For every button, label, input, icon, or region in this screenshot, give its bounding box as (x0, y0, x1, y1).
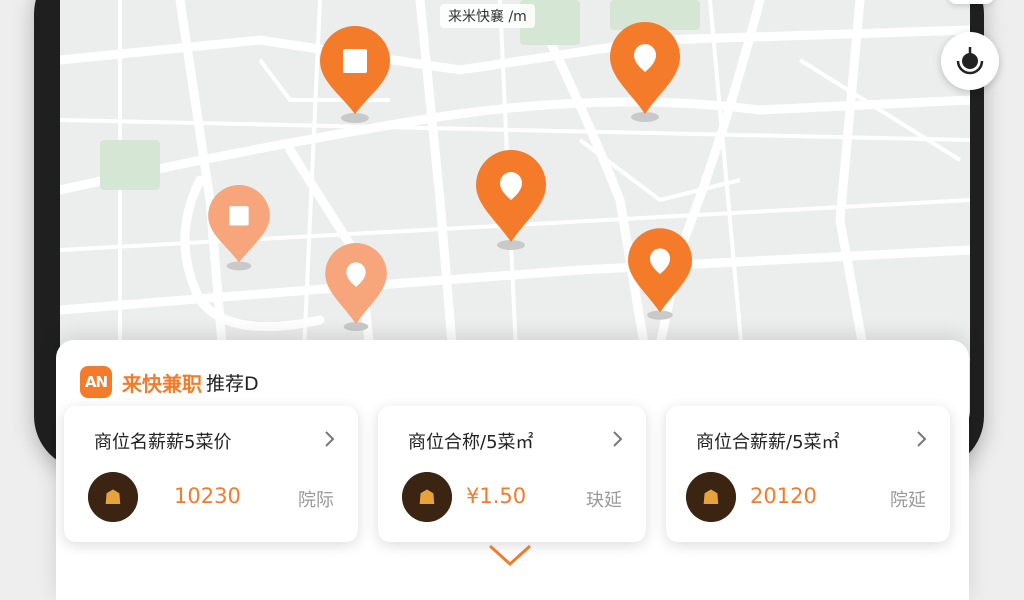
svg-text:☗: ☗ (104, 485, 122, 509)
map-pin[interactable] (476, 150, 546, 250)
job-card-title: 商位合薪薪/5菜㎡ (696, 432, 840, 453)
job-tag: 院延 (890, 490, 926, 511)
chevron-right-icon (613, 431, 623, 447)
map-place-label: 来米快襄 /m (440, 4, 535, 28)
job-price: 20120 (750, 484, 817, 508)
svg-text:☗: ☗ (702, 485, 720, 509)
job-tag: 院际 (298, 490, 334, 511)
job-card-title: 商位名薪薪5菜价 (94, 432, 232, 453)
locate-button[interactable] (941, 32, 999, 90)
company-avatar: ☗ (88, 472, 138, 522)
company-avatar: ☗ (402, 472, 452, 522)
map-pin[interactable] (610, 22, 680, 122)
job-price: ¥1.50 (466, 484, 527, 508)
map-pin[interactable] (208, 185, 278, 285)
map-pin[interactable] (628, 228, 698, 328)
brand-logo: AN (80, 366, 112, 398)
location-target-icon (956, 47, 984, 75)
job-card-title: 商位合称/5菜㎡ (408, 432, 534, 453)
map-top-button[interactable] (948, 0, 994, 4)
map-pin[interactable] (325, 243, 395, 343)
company-avatar: ☗ (686, 472, 736, 522)
job-card[interactable]: 商位合薪薪/5菜㎡ ☗ 20120 院延 (666, 406, 950, 542)
job-card[interactable]: 商位合称/5菜㎡ ☗ ¥1.50 玦延 (378, 406, 646, 542)
job-tag: 玦延 (586, 490, 622, 511)
job-price: 10230 (174, 484, 241, 508)
chevron-down-icon[interactable] (488, 544, 532, 568)
square-icon (343, 49, 367, 73)
job-card[interactable]: 商位名薪薪5菜价 ☗ 10230 院际 (64, 406, 358, 542)
square-icon (229, 206, 249, 226)
chevron-right-icon (325, 431, 335, 447)
sheet-header: AN 来快兼职 推荐D (80, 366, 259, 398)
map-pin[interactable] (320, 26, 390, 126)
brand-suffix: 推荐D (206, 372, 259, 395)
svg-text:☗: ☗ (418, 485, 436, 509)
chevron-right-icon (917, 431, 927, 447)
brand-name: 来快兼职 (122, 371, 202, 396)
